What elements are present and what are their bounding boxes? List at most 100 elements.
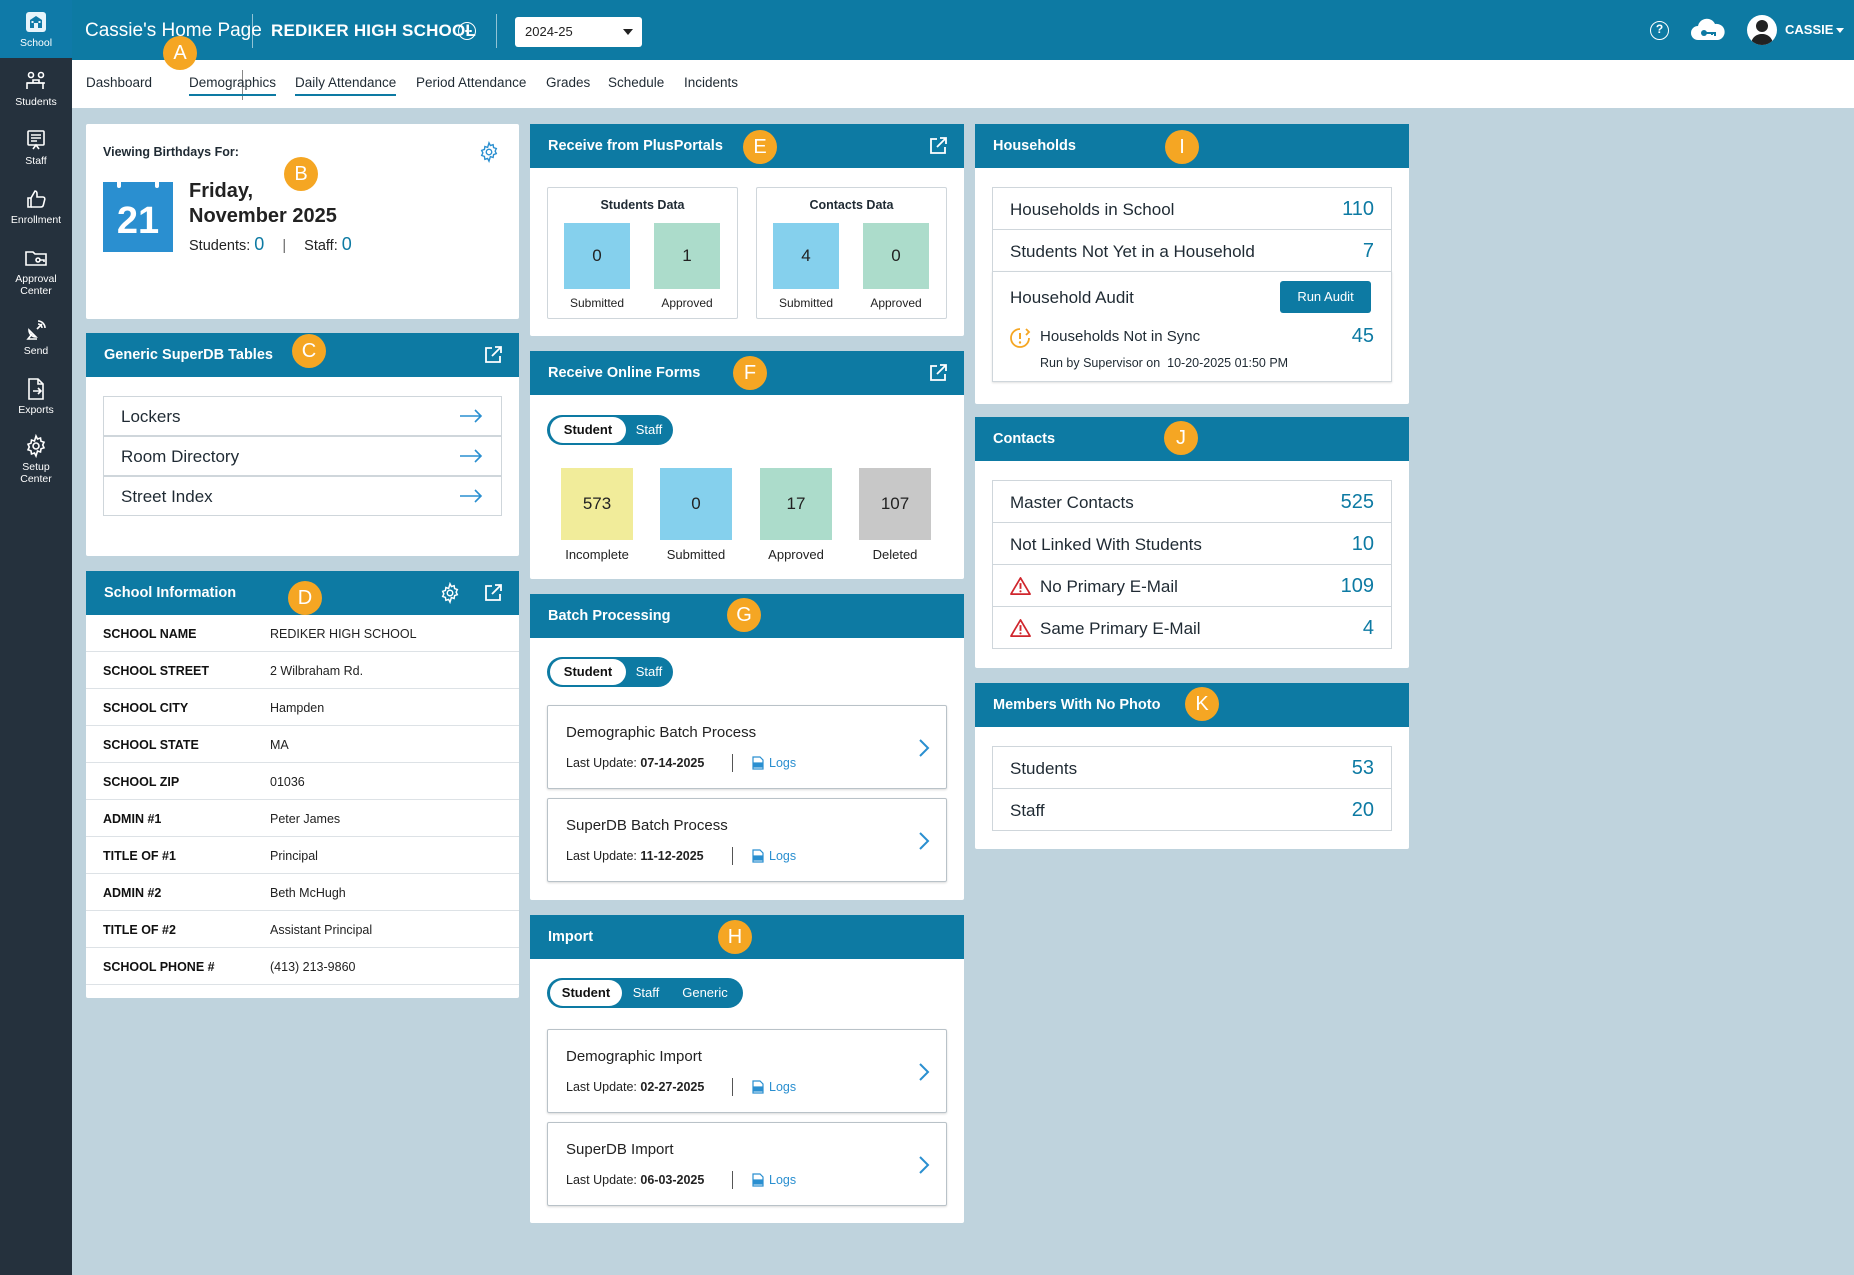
tab-incidents[interactable]: Incidents xyxy=(684,75,738,90)
external-link-icon[interactable] xyxy=(483,583,503,603)
tab-grades[interactable]: Grades xyxy=(546,75,590,90)
rail-label: Setup xyxy=(22,461,50,473)
students-not-in-household-row[interactable]: Students Not Yet in a Household 7 xyxy=(992,229,1392,272)
logs-link[interactable]: Logs xyxy=(769,1080,796,1094)
gear-icon[interactable] xyxy=(478,141,500,163)
demographic-batch-process[interactable]: Demographic Batch Process Last Update: 0… xyxy=(547,705,947,789)
students-approved-tile[interactable]: 1 xyxy=(654,223,720,289)
toggle-staff[interactable]: Staff xyxy=(623,978,669,1008)
log-file-icon[interactable] xyxy=(751,756,765,770)
toggle-student[interactable]: Student xyxy=(550,417,626,443)
stat-value[interactable]: 53 xyxy=(1352,757,1374,780)
students-birthday-count[interactable]: 0 xyxy=(254,234,264,254)
log-file-icon[interactable] xyxy=(751,1173,765,1187)
external-link-icon[interactable] xyxy=(928,363,948,383)
info-key: SCHOOL STREET xyxy=(103,664,210,678)
run-by-label: Run by Supervisor on xyxy=(1040,356,1161,370)
help-icon[interactable]: ? xyxy=(1650,21,1669,40)
toggle-staff[interactable]: Staff xyxy=(627,657,671,687)
gear-icon xyxy=(26,434,46,458)
stat-value[interactable]: 525 xyxy=(1341,491,1374,514)
superdb-item-label: Room Directory xyxy=(121,447,240,466)
superdb-item-label: Lockers xyxy=(121,407,181,426)
rail-item-approval-center[interactable]: Approval Center xyxy=(0,246,72,297)
toggle-student[interactable]: Student xyxy=(550,659,626,685)
same-primary-email-row[interactable]: Same Primary E-Mail 4 xyxy=(992,606,1392,649)
rail-item-send[interactable]: Send xyxy=(0,318,72,357)
stat-label: Same Primary E-Mail xyxy=(1040,619,1201,638)
toggle-staff[interactable]: Staff xyxy=(627,415,671,445)
rail-item-setup-center[interactable]: Setup Center xyxy=(0,434,72,485)
tab-period-attendance[interactable]: Period Attendance xyxy=(416,75,526,90)
logs-link[interactable]: Logs xyxy=(769,756,796,770)
rail-label: Center xyxy=(20,285,52,297)
user-menu-caret-icon[interactable] xyxy=(1836,28,1844,33)
staff-birthday-count[interactable]: 0 xyxy=(342,234,352,254)
households-card: Households Households in School 110 Stud… xyxy=(975,124,1409,404)
sync-value[interactable]: 45 xyxy=(1352,325,1374,348)
forms-submitted-tile[interactable]: 0 xyxy=(660,468,732,540)
contacts-approved-tile[interactable]: 0 xyxy=(863,223,929,289)
toggle-generic[interactable]: Generic xyxy=(671,978,739,1008)
superdb-item-room-directory[interactable]: Room Directory xyxy=(103,436,502,476)
toggle-student[interactable]: Student xyxy=(550,980,622,1006)
stat-value[interactable]: 4 xyxy=(1363,617,1374,640)
households-in-school-row[interactable]: Households in School 110 xyxy=(992,187,1392,230)
school-name[interactable]: REDIKER HIGH SCHOOL xyxy=(271,21,476,41)
students-submitted-tile[interactable]: 0 xyxy=(564,223,630,289)
annotation-badge-g: G xyxy=(727,598,761,632)
log-file-icon[interactable] xyxy=(751,1080,765,1094)
user-name[interactable]: CASSIE xyxy=(1785,22,1833,37)
external-link-icon[interactable] xyxy=(483,345,503,365)
superdb-item-street-index[interactable]: Street Index xyxy=(103,476,502,516)
contacts-submitted-tile[interactable]: 4 xyxy=(773,223,839,289)
chevron-right-icon xyxy=(919,1063,930,1081)
tab-demographics[interactable]: Demographics xyxy=(189,75,277,96)
tab-daily-attendance[interactable]: Daily Attendance xyxy=(295,75,397,96)
card-title: Contacts xyxy=(993,431,1056,447)
run-audit-button[interactable]: Run Audit xyxy=(1280,281,1371,313)
no-primary-email-row[interactable]: No Primary E-Mail 109 xyxy=(992,564,1392,607)
tab-dashboard[interactable]: Dashboard xyxy=(86,75,152,90)
superdb-import[interactable]: SuperDB Import Last Update: 06-03-2025 L… xyxy=(547,1122,947,1206)
tab-schedule[interactable]: Schedule xyxy=(608,75,664,90)
school-year-select[interactable]: 2024-25 xyxy=(515,17,642,47)
cloud-key-icon[interactable] xyxy=(1688,16,1728,44)
school-year-value: 2024-25 xyxy=(525,24,573,39)
annotation-badge-i: I xyxy=(1165,130,1199,164)
forms-incomplete-tile[interactable]: 573 xyxy=(561,468,633,540)
export-file-icon xyxy=(28,378,44,400)
superdb-item-lockers[interactable]: Lockers xyxy=(103,396,502,436)
stat-value[interactable]: 7 xyxy=(1363,240,1374,263)
annotation-badge-a: A xyxy=(163,36,197,70)
avatar[interactable] xyxy=(1747,15,1777,45)
rail-item-exports[interactable]: Exports xyxy=(0,377,72,416)
logs-link[interactable]: Logs xyxy=(769,1173,796,1187)
info-row-school-name: SCHOOL NAME REDIKER HIGH SCHOOL xyxy=(86,615,519,652)
stat-value[interactable]: 10 xyxy=(1352,533,1374,556)
logs-link[interactable]: Logs xyxy=(769,849,796,863)
info-key: SCHOOL ZIP xyxy=(103,775,180,789)
forms-approved-tile[interactable]: 17 xyxy=(760,468,832,540)
demographic-import[interactable]: Demographic Import Last Update: 02-27-20… xyxy=(547,1029,947,1113)
rail-label: Exports xyxy=(18,404,54,416)
rail-item-students[interactable]: Students xyxy=(0,69,72,108)
stat-value[interactable]: 20 xyxy=(1352,799,1374,822)
external-link-icon[interactable] xyxy=(928,136,948,156)
log-file-icon[interactable] xyxy=(751,849,765,863)
stat-value[interactable]: 110 xyxy=(1342,198,1374,221)
more-options-icon[interactable] xyxy=(458,22,476,40)
stat-value[interactable]: 109 xyxy=(1341,575,1374,598)
superdb-batch-process[interactable]: SuperDB Batch Process Last Update: 11-12… xyxy=(547,798,947,882)
gear-icon[interactable] xyxy=(439,582,461,604)
no-photo-students-row[interactable]: Students 53 xyxy=(992,746,1392,789)
forms-deleted-tile[interactable]: 107 xyxy=(859,468,931,540)
rail-item-enrollment[interactable]: Enrollment xyxy=(0,187,72,226)
folder-key-icon xyxy=(25,251,47,266)
master-contacts-row[interactable]: Master Contacts 525 xyxy=(992,480,1392,523)
not-linked-row[interactable]: Not Linked With Students 10 xyxy=(992,522,1392,565)
rail-item-school[interactable]: School xyxy=(0,0,72,58)
info-value: 2 Wilbraham Rd. xyxy=(270,664,364,678)
rail-item-staff[interactable]: Staff xyxy=(0,128,72,167)
no-photo-staff-row[interactable]: Staff 20 xyxy=(992,788,1392,831)
